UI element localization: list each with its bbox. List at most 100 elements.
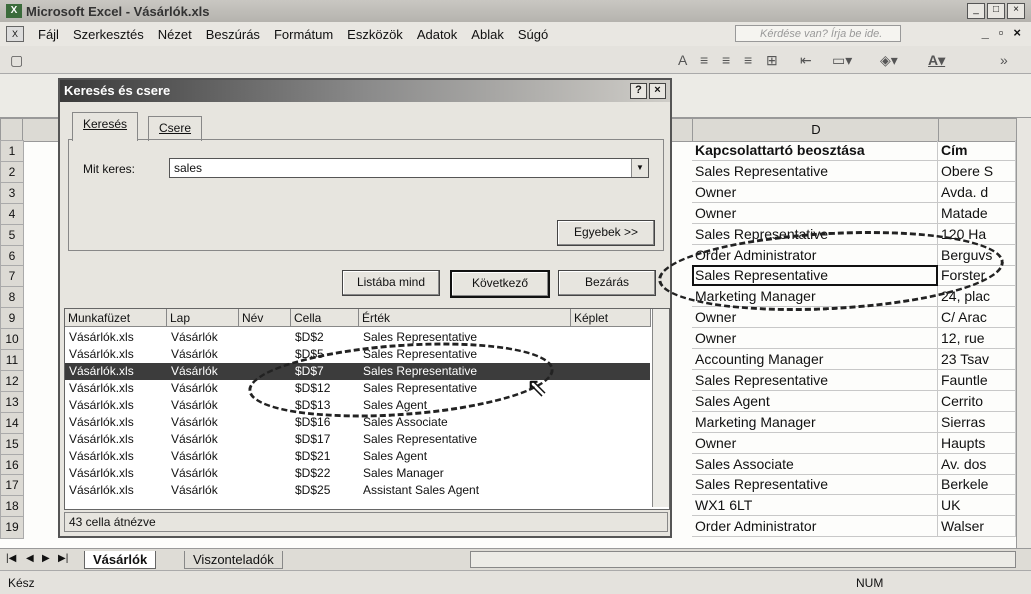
results-header-formula[interactable]: Képlet — [571, 309, 651, 327]
row-header[interactable]: 15 — [0, 432, 24, 456]
cell-e[interactable]: Cím — [938, 140, 1016, 161]
cell-e[interactable]: Berkele — [938, 474, 1016, 496]
vertical-scrollbar[interactable] — [1016, 118, 1031, 548]
indent-icon[interactable]: ⇤ — [800, 52, 812, 69]
cell-e[interactable]: Avda. d — [938, 181, 1016, 203]
row-header[interactable]: 9 — [0, 307, 24, 331]
row-header[interactable]: 17 — [0, 474, 24, 498]
sheet-tab-vasarlok[interactable]: Vásárlók — [84, 551, 157, 569]
row-header[interactable]: 5 — [0, 223, 24, 247]
cell-e[interactable]: Cerrito — [938, 390, 1016, 412]
cell-e[interactable]: Walser — [938, 516, 1016, 538]
cell-d[interactable]: Owner — [692, 202, 938, 224]
cell-e[interactable]: UK — [938, 495, 1016, 517]
find-all-button[interactable]: Listába mind — [342, 270, 440, 296]
cell-d[interactable]: Sales Representative — [692, 369, 938, 391]
cell-d[interactable]: Owner — [692, 432, 938, 454]
cell-d[interactable]: Owner — [692, 328, 938, 350]
chevron-down-icon[interactable]: ▼ — [631, 159, 648, 177]
menu-insert[interactable]: Beszúrás — [206, 27, 260, 42]
result-row[interactable]: Vásárlók.xls Vásárlók $D$25 Assistant Sales… — [65, 482, 650, 499]
menu-help[interactable]: Súgó — [518, 27, 548, 42]
font-color-icon[interactable]: A▾ — [928, 52, 945, 69]
last-sheet-button[interactable]: ▶| — [58, 553, 68, 564]
restore-button[interactable]: □ — [987, 3, 1005, 19]
close-button[interactable]: Bezárás — [558, 270, 656, 296]
results-header-value[interactable]: Érték — [359, 309, 571, 327]
results-scrollbar[interactable] — [652, 309, 669, 507]
doc-minimize-button[interactable]: _ — [982, 25, 989, 40]
font-a-icon[interactable]: A — [678, 52, 687, 68]
align-left-icon[interactable]: ≡ — [700, 52, 708, 68]
cell-d[interactable]: Order Administrator — [692, 516, 938, 538]
borders-icon[interactable]: ▭▾ — [832, 52, 852, 69]
menu-window[interactable]: Ablak — [471, 27, 504, 42]
find-next-button[interactable]: Következő — [450, 270, 550, 298]
result-row[interactable]: Vásárlók.xls Vásárlók $D$17 Sales Represent… — [65, 431, 650, 448]
row-header[interactable]: 10 — [0, 328, 24, 352]
merge-center-icon[interactable]: ⊞ — [766, 52, 778, 69]
cell-d[interactable]: Sales Agent — [692, 390, 938, 412]
horizontal-scrollbar[interactable] — [470, 551, 1016, 568]
cell-d[interactable]: Sales Associate — [692, 453, 938, 475]
doc-close-button[interactable]: × — [1013, 25, 1021, 40]
menu-format[interactable]: Formátum — [274, 27, 333, 42]
menu-tools[interactable]: Eszközök — [347, 27, 403, 42]
align-right-icon[interactable]: ≡ — [744, 52, 752, 68]
cell-d[interactable]: Owner — [692, 181, 938, 203]
menu-data[interactable]: Adatok — [417, 27, 457, 42]
column-header-d[interactable]: D — [692, 118, 940, 142]
close-window-button[interactable]: × — [1007, 3, 1025, 19]
row-header[interactable]: 19 — [0, 516, 24, 540]
new-document-icon[interactable]: ▢ — [10, 52, 23, 69]
options-button[interactable]: Egyebek >> — [557, 220, 655, 246]
dialog-help-button[interactable]: ? — [630, 83, 647, 99]
minimize-button[interactable]: _ — [967, 3, 985, 19]
results-header-cell[interactable]: Cella — [291, 309, 359, 327]
cell-e[interactable]: 23 Tsav — [938, 349, 1016, 370]
row-header[interactable]: 1 — [0, 140, 24, 163]
row-header[interactable]: 7 — [0, 265, 24, 289]
row-header[interactable]: 8 — [0, 286, 24, 310]
doc-restore-button[interactable]: ▫ — [999, 25, 1004, 40]
find-what-input[interactable]: sales ▼ — [169, 158, 649, 178]
menu-view[interactable]: Nézet — [158, 27, 192, 42]
sheet-tab-viszonteladok[interactable]: Viszonteladók — [184, 551, 283, 569]
row-header[interactable]: 16 — [0, 453, 24, 477]
row-header[interactable]: 11 — [0, 349, 24, 372]
menu-edit[interactable]: Szerkesztés — [73, 27, 144, 42]
results-header-name[interactable]: Név — [239, 309, 291, 327]
cell-d[interactable]: Sales Representative — [692, 474, 938, 496]
cell-e[interactable]: 12, rue — [938, 328, 1016, 350]
result-row[interactable]: Vásárlók.xls Vásárlók $D$21 Sales Agent — [65, 448, 650, 465]
first-sheet-button[interactable]: |◀ — [6, 553, 16, 564]
results-header-workbook[interactable]: Munkafüzet — [65, 309, 167, 327]
row-header[interactable]: 13 — [0, 390, 24, 414]
row-header[interactable]: 18 — [0, 495, 24, 519]
cell-e[interactable]: Obere S — [938, 160, 1016, 182]
cell-d[interactable]: WX1 6LT — [692, 495, 938, 517]
cell-d[interactable]: Accounting Manager — [692, 349, 938, 370]
results-header-sheet[interactable]: Lap — [167, 309, 239, 327]
row-header[interactable]: 14 — [0, 411, 24, 435]
cell-e[interactable]: Haupts — [938, 432, 1016, 454]
cell-d[interactable]: Sales Representative — [692, 160, 938, 182]
cell-e[interactable]: Av. dos — [938, 453, 1016, 475]
toolbar-options-icon[interactable]: » — [1000, 52, 1008, 68]
row-header[interactable]: 3 — [0, 181, 24, 205]
column-header-e[interactable] — [938, 118, 1018, 142]
tab-replace[interactable]: Csere — [148, 116, 203, 141]
next-sheet-button[interactable]: ▶ — [42, 553, 50, 564]
result-row[interactable]: Vásárlók.xls Vásárlók $D$22 Sales Manager — [65, 465, 650, 482]
cell-e[interactable]: Sierras — [938, 411, 1016, 433]
row-header[interactable]: 4 — [0, 202, 24, 226]
cell-d[interactable]: Kapcsolattartó beosztása — [692, 140, 938, 161]
row-header[interactable]: 6 — [0, 244, 24, 268]
tab-find[interactable]: Keresés — [72, 112, 139, 141]
prev-sheet-button[interactable]: ◀ — [26, 553, 34, 564]
row-header[interactable]: 12 — [0, 369, 24, 393]
cell-e[interactable]: C/ Arac — [938, 307, 1016, 329]
help-search-input[interactable]: Kérdése van? Írja be ide. — [735, 25, 901, 42]
dialog-close-button[interactable]: × — [649, 83, 666, 99]
cell-e[interactable]: Matade — [938, 202, 1016, 224]
